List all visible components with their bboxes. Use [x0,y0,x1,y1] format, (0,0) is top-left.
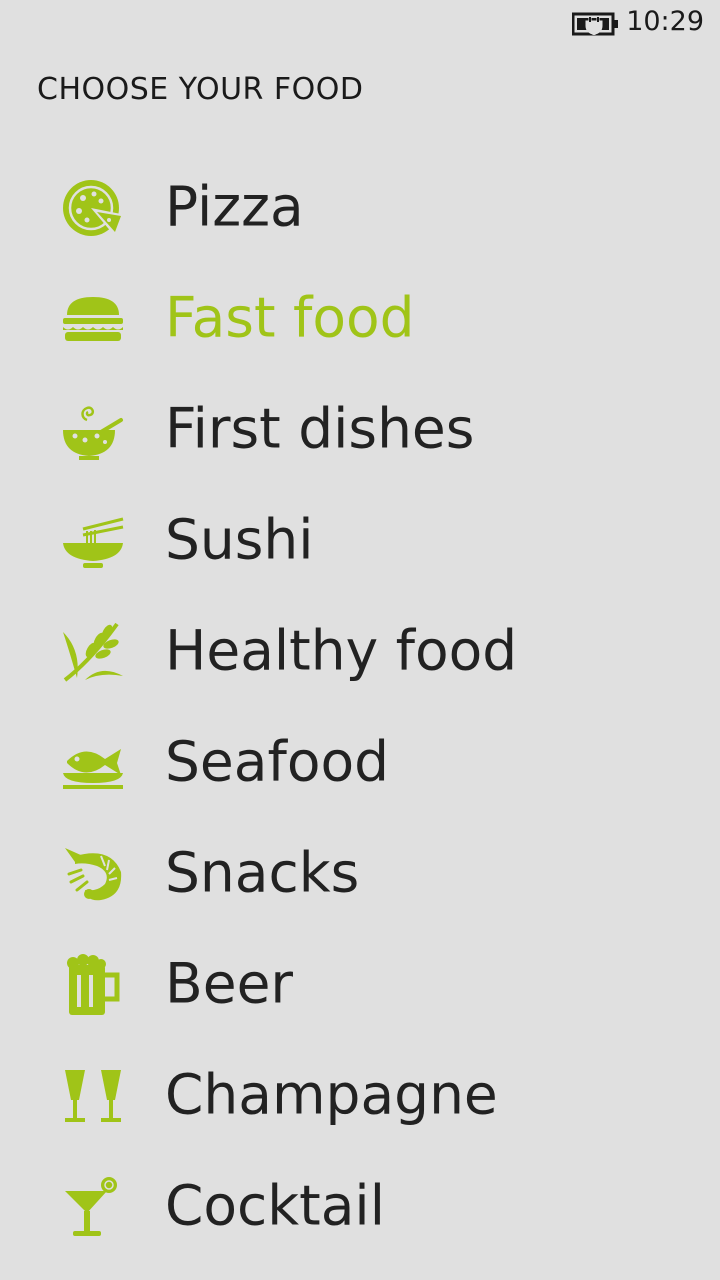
menu-item-cocktail[interactable]: Cocktail [0,1151,720,1262]
wheat-icon [61,620,125,684]
menu-item-label: Healthy food [165,618,518,683]
champagne-glasses-icon [61,1064,125,1128]
menu-item-sushi[interactable]: Sushi [0,485,720,596]
menu-item-healthy-food[interactable]: Healthy food [0,596,720,707]
menu-item-seafood[interactable]: Seafood [0,707,720,818]
menu-item-label: Fast food [165,285,415,350]
beer-mug-icon [61,953,125,1017]
soup-bowl-icon [61,398,125,462]
menu-item-label: First dishes [165,396,475,461]
menu-item-fast-food[interactable]: Fast food [0,263,720,374]
noodle-bowl-icon [61,509,125,573]
menu-item-beer[interactable]: Beer [0,929,720,1040]
menu-item-label: Seafood [165,729,390,794]
shrimp-icon [61,842,125,906]
menu-item-label: Cocktail [165,1173,385,1238]
menu-item-label: Champagne [165,1062,498,1127]
menu-item-label: Beer [165,951,294,1016]
status-bar: 10:29 [0,0,720,48]
battery-charging-icon [572,12,618,36]
menu-item-first-dishes[interactable]: First dishes [0,374,720,485]
menu-item-champagne[interactable]: Champagne [0,1040,720,1151]
menu-item-snacks[interactable]: Snacks [0,818,720,929]
menu-item-label: Pizza [165,174,304,239]
menu-item-pizza[interactable]: Pizza [0,152,720,263]
clock: 10:29 [626,6,704,37]
burger-icon [61,287,125,351]
page-title: CHOOSE YOUR FOOD [37,72,364,107]
menu-item-label: Sushi [165,507,314,572]
pizza-icon [61,176,125,240]
food-category-list: Pizza Fast food First dishes Sushi Healt… [0,152,720,1262]
cocktail-icon [61,1175,125,1239]
menu-item-label: Snacks [165,840,360,905]
fish-plate-icon [61,731,125,795]
